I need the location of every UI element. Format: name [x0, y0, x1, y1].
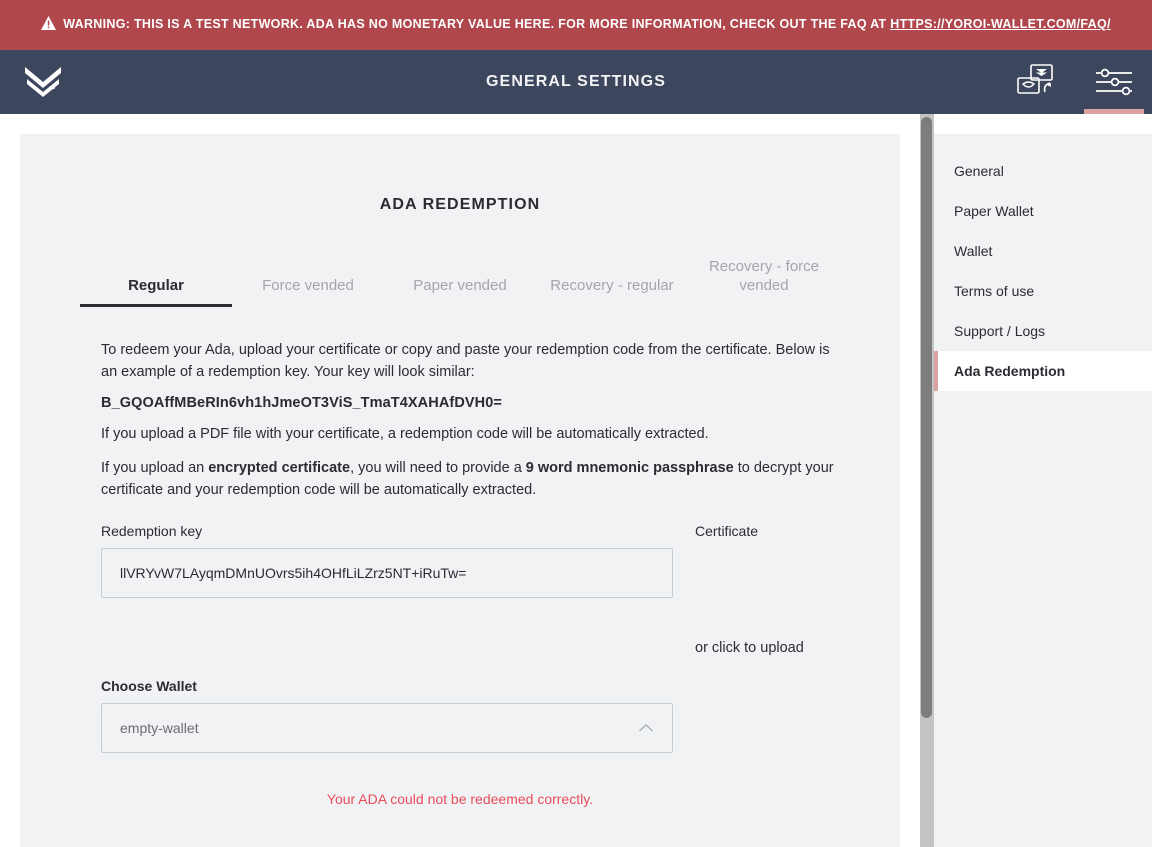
warning-text-wrap: WARNING: THIS IS A TEST NETWORK. ADA HAS…	[41, 14, 1111, 37]
form-row-key-certificate: Redemption key Certificate or click to u…	[20, 523, 900, 656]
redemption-key-field-group: Redemption key	[101, 523, 673, 656]
ada-redemption-title: ADA REDEMPTION	[379, 196, 541, 213]
sidebar-top-spacer	[934, 134, 1152, 151]
settings-page: ADA REDEMPTION Regular Force vended Pape…	[0, 114, 1152, 847]
warning-message: WARNING: THIS IS A TEST NETWORK. ADA HAS…	[63, 16, 891, 31]
warning-triangle-icon	[41, 15, 57, 37]
sidebar-item-wallet[interactable]: Wallet	[934, 231, 1152, 271]
choose-wallet-selected-value: empty-wallet	[120, 720, 199, 736]
ada-redemption-panel: ADA REDEMPTION Regular Force vended Pape…	[20, 134, 900, 847]
faq-link[interactable]: HTTPS://YOROI-WALLET.COM/FAQ/	[890, 17, 1111, 31]
choose-wallet-select[interactable]: empty-wallet	[101, 703, 673, 753]
form-row-choose-wallet: Choose Wallet empty-wallet	[20, 678, 900, 753]
sidebar-item-paper-wallet[interactable]: Paper Wallet	[934, 191, 1152, 231]
vertical-scrollbar-thumb[interactable]	[921, 117, 932, 718]
topbar-actions	[1000, 50, 1152, 114]
redemption-type-tabs: Regular Force vended Paper vended Recove…	[20, 257, 900, 307]
certificate-field-group: Certificate or click to upload	[673, 523, 888, 656]
tab-paper-vended[interactable]: Paper vended	[384, 276, 536, 307]
choose-wallet-field-group: Choose Wallet empty-wallet	[101, 678, 673, 753]
sidebar-item-general[interactable]: General	[934, 151, 1152, 191]
redemption-key-input[interactable]	[101, 548, 673, 598]
sidebar-item-ada-redemption[interactable]: Ada Redemption	[934, 351, 1152, 391]
sidebar-item-support-logs[interactable]: Support / Logs	[934, 311, 1152, 351]
tab-recovery-force-vended[interactable]: Recovery - force vended	[688, 257, 840, 307]
upload-hint-text[interactable]: or click to upload	[695, 640, 888, 656]
paragraph-3-part-c: , you will need to provide a	[350, 460, 526, 476]
choose-wallet-label: Choose Wallet	[101, 678, 197, 694]
wallet-switch-icon[interactable]	[1000, 50, 1076, 114]
tab-regular[interactable]: Regular	[80, 276, 232, 307]
instructions-paragraph-2: If you upload a PDF file with your certi…	[101, 426, 709, 442]
paragraph-3-part-a: If you upload an	[101, 460, 209, 476]
instructions-paragraph-1: To redeem your Ada, upload your certific…	[101, 342, 830, 380]
mnemonic-passphrase-emphasis: 9 word mnemonic passphrase	[525, 460, 734, 476]
instructions-paragraph-3: If you upload an encrypted certificate, …	[101, 457, 840, 501]
instructions-area: To redeem your Ada, upload your certific…	[20, 307, 900, 501]
panel-inner: ADA REDEMPTION Regular Force vended Pape…	[20, 134, 900, 807]
example-redemption-key: B_GQOAffMBeRIn6vh1hJmeOT3ViS_TmaT4XAHAfD…	[101, 395, 502, 411]
redemption-error-message: Your ADA could not be redeemed correctly…	[326, 791, 594, 807]
certificate-dropzone[interactable]	[695, 548, 900, 630]
encrypted-certificate-emphasis: encrypted certificate	[208, 460, 351, 476]
top-navigation-bar: GENERAL SETTINGS	[0, 50, 1152, 114]
chevron-up-icon	[638, 720, 654, 736]
choose-wallet-spacer	[673, 678, 888, 753]
page-title: GENERAL SETTINGS	[486, 73, 666, 90]
sidebar-item-terms-of-use[interactable]: Terms of use	[934, 271, 1152, 311]
settings-sidebar-menu: General Paper Wallet Wallet Terms of use…	[934, 134, 1152, 847]
settings-sliders-icon[interactable]	[1076, 50, 1152, 114]
test-network-warning-banner: WARNING: THIS IS A TEST NETWORK. ADA HAS…	[0, 0, 1152, 50]
tab-recovery-regular[interactable]: Recovery - regular	[536, 276, 688, 307]
redemption-key-label: Redemption key	[101, 523, 203, 539]
tab-force-vended[interactable]: Force vended	[232, 276, 384, 307]
certificate-label: Certificate	[695, 523, 759, 539]
